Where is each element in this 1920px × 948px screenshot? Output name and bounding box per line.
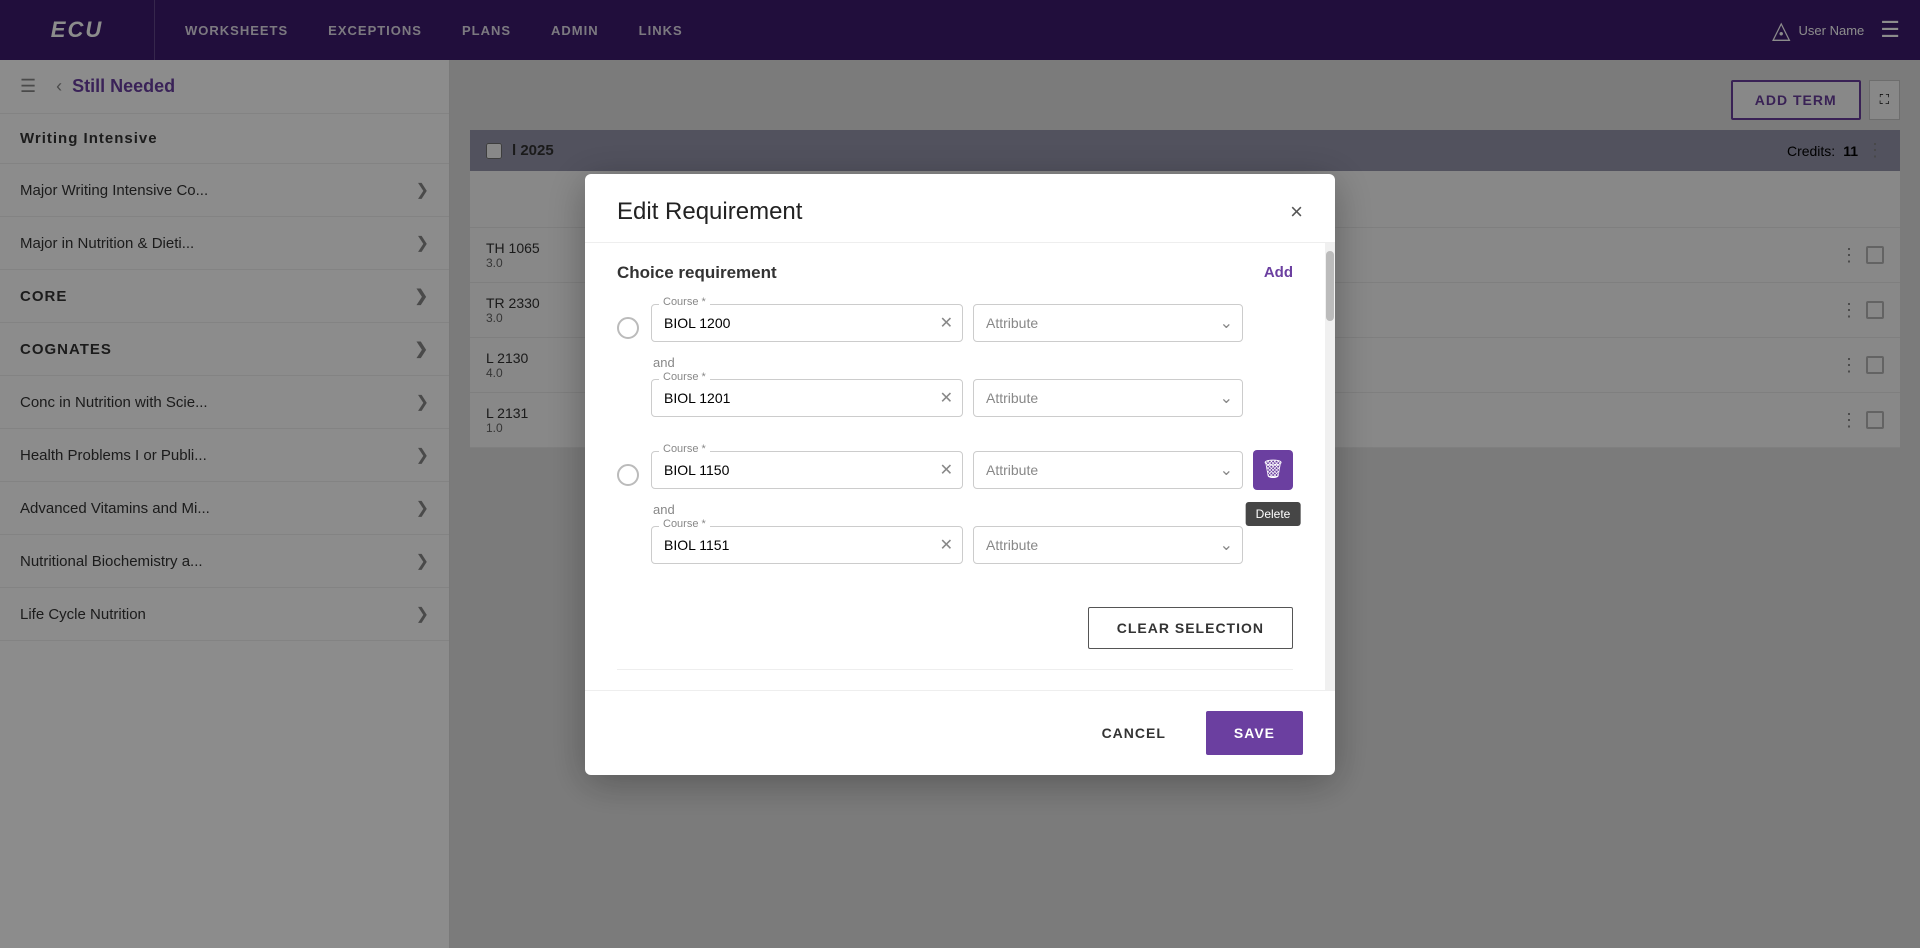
course-field-label: Course *: [659, 296, 710, 308]
choice-header: Choice requirement Add: [617, 263, 1293, 283]
course-input-wrap: Course * ✕: [651, 379, 963, 417]
choice-title: Choice requirement: [617, 263, 777, 283]
modal-divider: [617, 669, 1293, 670]
course-input-wrap: Course * ✕: [651, 526, 963, 564]
course-input-1-0[interactable]: [651, 451, 963, 489]
attribute-select-0-1[interactable]: Attribute: [973, 379, 1243, 417]
attribute-select-1-1[interactable]: Attribute: [973, 526, 1243, 564]
delete-button-1-0[interactable]: 🗑: [1253, 450, 1293, 490]
modal-header: Edit Requirement ×: [585, 174, 1335, 243]
course-input-0-1[interactable]: [651, 379, 963, 417]
modal-title: Edit Requirement: [617, 198, 802, 226]
attr-select-wrap: Attribute ⌄: [973, 526, 1243, 564]
clear-selection-row: CLEAR SELECTION: [617, 597, 1293, 669]
course-row-0-1: Course * ✕ Attribute ⌄: [651, 378, 1293, 418]
choice-group-0: Course * ✕ Attribute ⌄: [617, 303, 1293, 430]
delete-placeholder: [1253, 378, 1293, 418]
course-input-wrap: Course * ✕: [651, 304, 963, 342]
course-field-label: Course *: [659, 443, 710, 455]
delete-placeholder: [1253, 525, 1293, 565]
course-field-label: Course *: [659, 371, 710, 383]
radio-button-0[interactable]: [617, 317, 639, 339]
and-label: and: [651, 355, 1293, 370]
attr-select-wrap: Attribute ⌄: [973, 304, 1243, 342]
choice-rows-1: Course * ✕ Attribute ⌄: [651, 450, 1293, 577]
course-row-1-0: Course * ✕ Attribute ⌄: [651, 450, 1293, 490]
course-clear-button[interactable]: ✕: [940, 460, 953, 480]
edit-requirement-modal: Edit Requirement × Choice requirement Ad…: [585, 174, 1335, 775]
course-field-label: Course *: [659, 518, 710, 530]
radio-button-1[interactable]: [617, 464, 639, 486]
modal-body: Choice requirement Add Course *: [585, 243, 1325, 690]
course-row-1-1: Course * ✕ Attribute ⌄: [651, 525, 1293, 565]
choice-rows-0: Course * ✕ Attribute ⌄: [651, 303, 1293, 430]
modal-overlay: Edit Requirement × Choice requirement Ad…: [0, 0, 1920, 948]
attribute-select-0-0[interactable]: Attribute: [973, 304, 1243, 342]
course-input-wrap: Course * ✕: [651, 451, 963, 489]
save-button[interactable]: SAVE: [1206, 711, 1303, 755]
course-clear-button[interactable]: ✕: [940, 313, 953, 333]
clear-selection-button[interactable]: CLEAR SELECTION: [1088, 607, 1293, 649]
attr-select-wrap: Attribute ⌄: [973, 451, 1243, 489]
scrollbar-thumb[interactable]: [1326, 251, 1334, 321]
choice-group-1: Course * ✕ Attribute ⌄: [617, 450, 1293, 577]
add-link[interactable]: Add: [1264, 264, 1293, 281]
course-row-0-0: Course * ✕ Attribute ⌄: [651, 303, 1293, 343]
delete-tooltip-wrap: 🗑 Delete: [1253, 450, 1293, 490]
course-clear-button[interactable]: ✕: [940, 535, 953, 555]
course-input-0-0[interactable]: [651, 304, 963, 342]
course-input-1-1[interactable]: [651, 526, 963, 564]
choice-section: Choice requirement Add Course *: [617, 243, 1293, 690]
modal-footer: CANCEL SAVE: [585, 690, 1335, 775]
and-label: and: [651, 502, 1293, 517]
delete-placeholder: [1253, 303, 1293, 343]
attribute-select-1-0[interactable]: Attribute: [973, 451, 1243, 489]
cancel-button[interactable]: CANCEL: [1074, 711, 1194, 755]
attr-select-wrap: Attribute ⌄: [973, 379, 1243, 417]
course-clear-button[interactable]: ✕: [940, 388, 953, 408]
modal-close-button[interactable]: ×: [1290, 201, 1303, 223]
trash-icon: 🗑: [1262, 459, 1285, 480]
scrollbar-track: [1325, 243, 1335, 690]
